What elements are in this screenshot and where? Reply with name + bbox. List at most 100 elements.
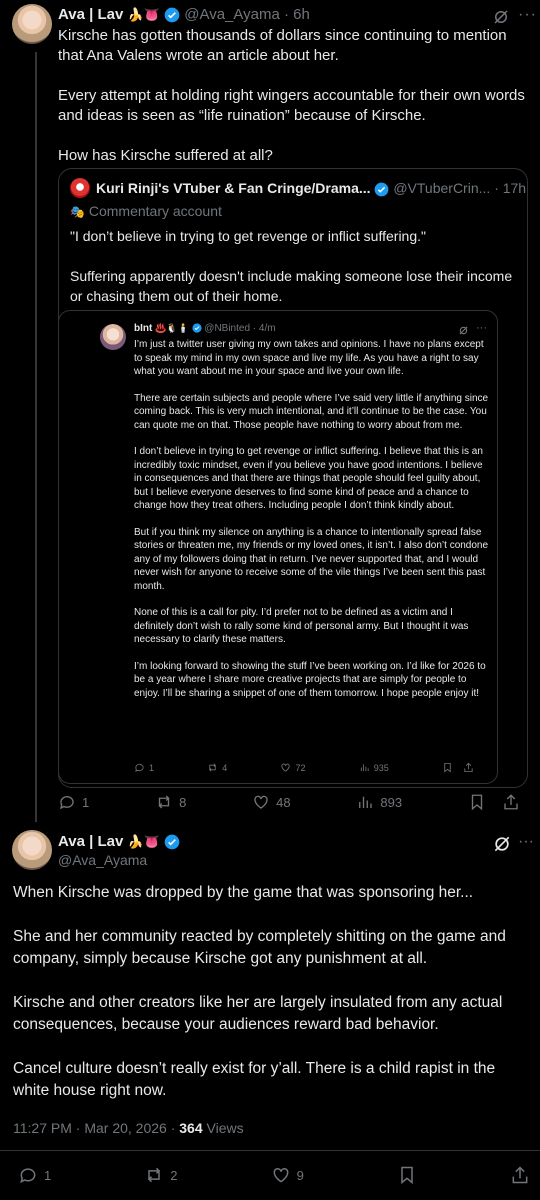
tweet2-paragraph: When Kirsche was dropped by the game tha… [13,884,474,901]
quote-author-handle[interactable]: @VTuberCrin... [393,180,490,196]
grok-icon[interactable] [492,8,510,26]
author-emojis: 🍌👅 [127,834,160,849]
tweet2-action-bar: 1 2 9 [18,1165,530,1185]
tweet1-paragraph: How has Kirsche suffered at all? [58,147,273,164]
heart-icon [273,1167,289,1183]
quote-post-time[interactable]: · 17h [494,180,526,196]
tweet-meta: 11:27 PM · Mar 20, 2026 · 364 Views [13,1120,244,1136]
tweet1-paragraph: Kirsche has gotten thousands of dollars … [58,27,507,64]
tweet2-paragraph: Cancel culture doesn’t really exist for … [13,1060,496,1099]
tweet1-header: Ava | Lav 🍌👅 @Ava_Ayama · 6h [58,6,478,23]
inner-view-count: 935 [373,762,389,773]
tweet1-action-bar: 1 8 48 893 [58,793,520,811]
reply-button[interactable]: 1 [58,793,89,811]
quote-avatar[interactable] [70,178,90,198]
tweet1-paragraph: Every attempt at holding right wingers a… [58,87,525,124]
thread-line [35,52,37,822]
inner-repost: 4 [207,762,227,773]
inner-body: I’m just a twitter user giving my own ta… [134,338,490,713]
inner-paragraph: There are certain subjects and people wh… [134,392,489,431]
inner-paragraph: But if you think my silence on anything … [134,526,489,592]
author-name[interactable]: Ava | Lav [58,833,123,850]
reply-icon [135,763,144,772]
divider [0,1150,540,1151]
timestamp[interactable]: 11:27 PM · Mar 20, 2026 · [13,1120,179,1136]
like-button[interactable]: 9 [271,1165,304,1185]
reply-button[interactable]: 1 [18,1165,51,1185]
author-handle[interactable]: @Ava_Ayama [58,852,147,868]
bookmark-button[interactable] [397,1165,417,1185]
inner-like-count: 72 [295,762,306,773]
reply-count: 1 [44,1167,52,1183]
tweet2-header: Ava | Lav 🍌👅 [58,833,180,850]
tweet2-body: When Kirsche was dropped by the game tha… [13,882,531,1122]
inner-paragraph: None of this is a call for pity. I’d pre… [134,607,469,645]
commentary-label-text: Commentary account [88,203,222,219]
inner-extra-actions [442,762,474,773]
tweet1-extra-actions [468,793,520,811]
bookmark-icon [444,762,451,773]
share-button[interactable] [510,1165,530,1185]
grok-icon [459,326,468,335]
post-time[interactable]: · 6h [284,6,310,23]
heart-icon [281,763,291,772]
views-count: 364 [179,1120,203,1136]
repost-count: 8 [179,794,187,810]
inner-paragraph: I’m just a twitter user giving my own ta… [134,339,484,377]
inner-avatar [100,324,126,350]
tweet2-paragraph: She and her community reacted by complet… [13,928,506,967]
verified-badge-icon [164,7,180,23]
grok-icon[interactable] [492,834,512,854]
repost-button[interactable]: 2 [144,1165,178,1185]
views-icon [359,796,373,808]
views-button[interactable]: 893 [356,793,402,811]
quote-author-name[interactable]: Kuri Rinji's VTuber & Fan Cringe/Drama..… [96,180,371,196]
verified-badge-icon [375,182,389,197]
inner-reply-count: 1 [149,762,155,773]
repost-icon [209,763,217,772]
like-count: 48 [276,794,291,810]
view-count: 893 [380,794,403,810]
share-icon [512,1166,528,1184]
commentary-label: 🎭 Commentary account [70,203,222,219]
like-button[interactable]: 48 [252,793,291,811]
like-count: 9 [296,1167,304,1183]
mask-icon: 🎭 [70,205,85,219]
tweet1-body: Kirsche has gotten thousands of dollars … [58,26,534,186]
author-emojis: 🍌👅 [127,7,160,22]
inner-paragraph: I’m looking forward to showing the stuff… [134,660,486,699]
tweet2-paragraph: Kirsche and other creators like her are … [13,994,503,1033]
reply-count: 1 [82,794,90,810]
author-name[interactable]: Ava | Lav [58,6,123,23]
bookmark-icon [401,1166,413,1185]
reply-icon [59,796,74,810]
quote-header: Kuri Rinji's VTuber & Fan Cringe/Drama..… [96,180,526,197]
repost-icon [158,795,170,809]
avatar[interactable] [12,4,52,44]
inner-author-name: bInt [134,323,153,334]
views-label: Views [202,1120,244,1136]
repost-icon [148,1167,161,1183]
avatar[interactable] [12,830,52,870]
more-icon: ··· [476,322,487,334]
heart-icon [254,795,268,809]
inner-action-bar: 1 4 72 935 [134,762,474,773]
quote-paragraph: Suffering apparently doesn't include mak… [70,268,513,304]
author-handle[interactable]: @Ava_Ayama [184,6,280,23]
inner-paragraph: I don’t believe in trying to get revenge… [134,446,483,511]
inner-author-handle: @NBinted · 4/m [204,323,276,334]
inner-like: 72 [280,762,305,773]
repost-count: 2 [170,1167,178,1183]
share-icon [464,762,473,773]
more-icon[interactable]: ··· [518,833,534,851]
bookmark-icon[interactable] [468,793,486,811]
repost-button[interactable]: 8 [155,793,186,811]
inner-header: bInt ♨️🐧🕯️ @NBinted · 4/m [134,323,434,334]
verified-badge-icon [164,834,180,850]
quote-paragraph: "I don’t believe in trying to get reveng… [70,228,426,244]
verified-badge-icon [191,323,202,333]
share-icon[interactable] [502,793,520,811]
more-icon[interactable]: ··· [518,6,537,24]
inner-emojis: ♨️🐧🕯️ [155,323,189,333]
inner-repost-count: 4 [222,762,228,773]
